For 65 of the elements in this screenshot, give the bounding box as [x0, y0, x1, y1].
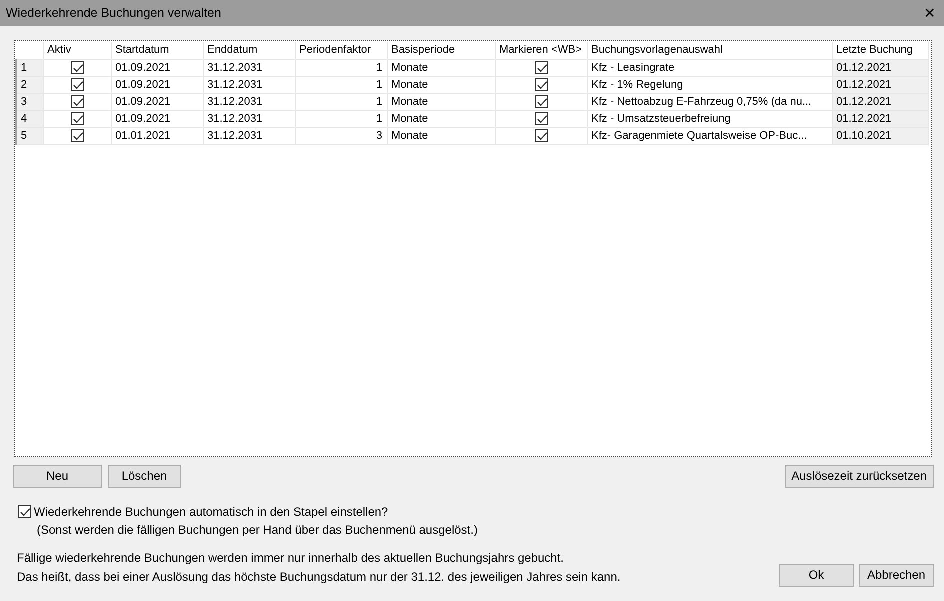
table-cell: Monate [387, 59, 495, 76]
table-cell: Kfz- Garagenmiete Quartalsweise OP-Buc... [587, 127, 832, 144]
row-number: 3 [16, 93, 43, 110]
table-cell: 01.09.2021 [111, 93, 203, 110]
row-number: 2 [16, 76, 43, 93]
checkbox[interactable] [534, 61, 548, 74]
cancel-button[interactable]: Abbrechen [859, 564, 934, 587]
table-cell: Kfz - Umsatzsteuerbefreiung [587, 110, 832, 127]
table-cell: 01.09.2021 [111, 110, 203, 127]
row-number: 5 [16, 127, 43, 144]
checkbox[interactable] [70, 78, 84, 92]
column-header: Letzte Buchung [832, 42, 928, 59]
table-cell: 01.12.2021 [832, 76, 928, 93]
table-cell: 31.12.2031 [203, 76, 295, 93]
column-header: Buchungsvorlagenauswahl [587, 42, 832, 59]
checkbox[interactable] [70, 112, 84, 126]
auto-checkbox[interactable] [18, 505, 31, 518]
info-text: Fällige wiederkehrende Buchungen werden immer nur innerhalb des aktuellen Buchungsjahrs gebucht. [17, 550, 566, 567]
table-cell: 01.10.2021 [832, 127, 928, 144]
new-button[interactable]: Neu [13, 465, 102, 488]
checkbox[interactable] [70, 129, 84, 142]
column-header: Periodenfaktor [295, 42, 387, 59]
close-button[interactable]: ✕ [916, 0, 944, 26]
table-cell: 01.09.2021 [111, 59, 203, 76]
checkbox-label: Wiederkehrende Buchungen automatisch in den Stapel einstellen? [34, 504, 390, 521]
table-cell: 01.01.2021 [111, 127, 203, 144]
checkbox[interactable] [534, 129, 548, 142]
column-header: Startdatum [111, 42, 203, 59]
ok-button[interactable]: Ok [779, 564, 854, 587]
reset-button[interactable]: Auslösezeit zurücksetzen [784, 465, 934, 488]
table-cell: 1 [295, 76, 387, 93]
checkbox[interactable] [70, 95, 84, 108]
table-cell: Monate [387, 93, 495, 110]
checkbox[interactable] [534, 112, 548, 126]
table-cell: 01.12.2021 [832, 110, 928, 127]
table-cell: 01.09.2021 [111, 76, 203, 93]
table-cell: 31.12.2031 [203, 127, 295, 144]
table-cell: 01.12.2021 [832, 59, 928, 76]
table-cell: 31.12.2031 [203, 110, 295, 127]
table-cell: 31.12.2031 [203, 93, 295, 110]
table-cell: 3 [295, 127, 387, 144]
column-header: Basisperiode [387, 42, 495, 59]
table-cell: Monate [387, 76, 495, 93]
table-cell: 1 [295, 59, 387, 76]
table-cell: Monate [387, 127, 495, 144]
table-cell: Kfz - Nettoabzug E-Fahrzeug 0,75% (da nu... [587, 93, 832, 110]
delete-button[interactable]: Löschen [108, 465, 181, 488]
table-cell: Kfz - Leasingrate [587, 59, 832, 76]
table-cell: 1 [295, 110, 387, 127]
table-cell: 31.12.2031 [203, 59, 295, 76]
checkbox[interactable] [534, 78, 548, 92]
info-text: Das heißt, dass bei einer Auslösung das höchste Buchungsdatum nur der 31.12. des jeweiligen Jahres sein kann. [17, 569, 621, 586]
table-cell: 1 [295, 93, 387, 110]
column-header: Enddatum [203, 42, 295, 59]
hint-text: (Sonst werden die fälligen Buchungen per Hand über das Buchenmenü ausgelöst.) [37, 522, 478, 539]
checkbox[interactable] [70, 61, 84, 74]
column-header: Aktiv [43, 42, 111, 59]
row-number: 4 [16, 110, 43, 127]
column-header: Markieren <WB> [495, 42, 587, 59]
checkbox[interactable] [534, 95, 548, 108]
table-cell: 01.12.2021 [832, 93, 928, 110]
table-cell: Monate [387, 110, 495, 127]
table-cell: Kfz - 1% Regelung [587, 76, 832, 93]
window-title: Wiederkehrende Buchungen verwalten [6, 4, 222, 22]
row-number: 1 [16, 59, 43, 76]
